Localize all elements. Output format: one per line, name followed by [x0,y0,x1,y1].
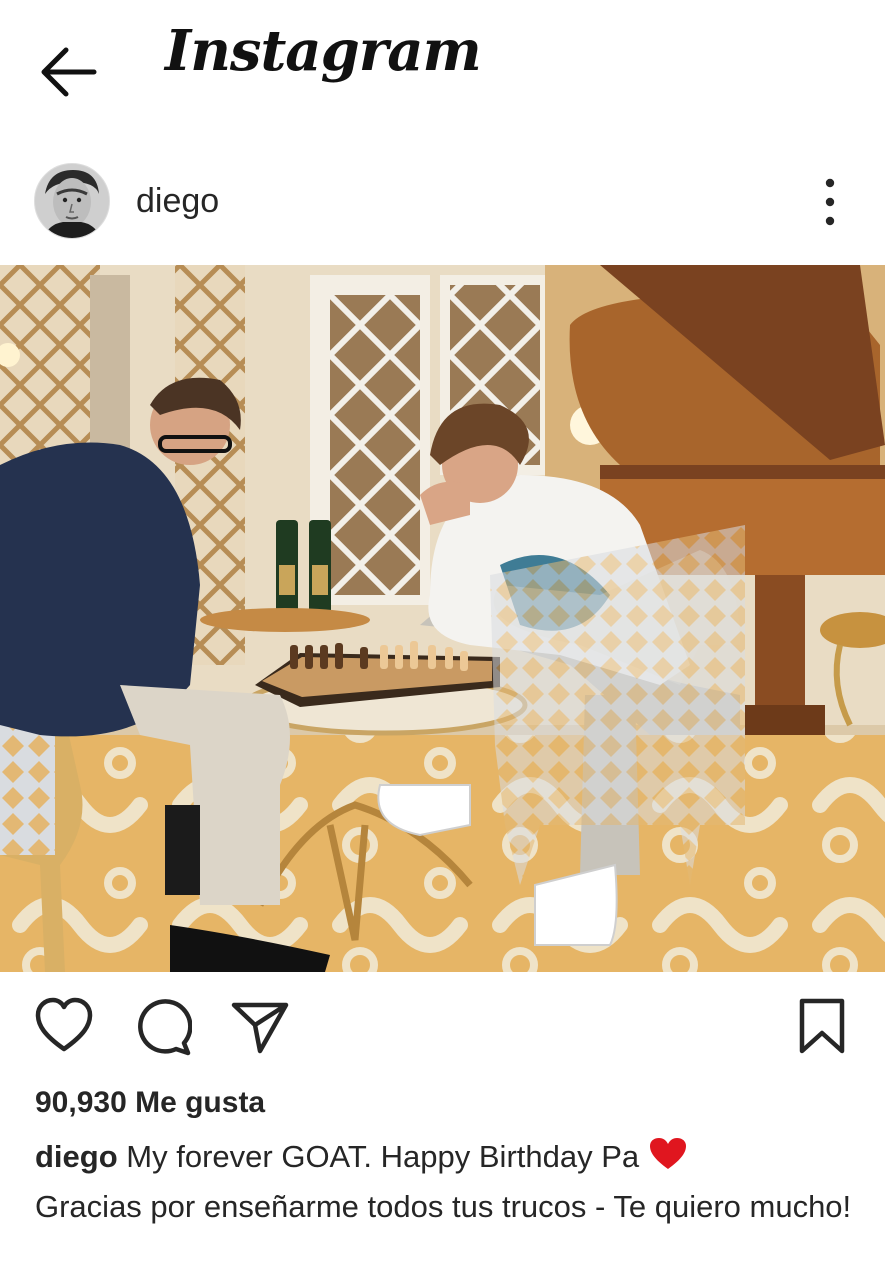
post-header: diego [0,160,885,246]
caption-text-rest: Gracias por enseñarme todos tus trucos -… [35,1189,852,1224]
avatar-image [35,164,109,238]
top-bar: Instagram [0,0,885,130]
avatar[interactable] [34,163,110,239]
post-photo[interactable] [0,265,885,972]
red-heart-emoji-icon [649,1137,687,1184]
like-button[interactable] [34,995,94,1059]
action-bar [0,995,885,1065]
bookmark-icon [799,998,845,1054]
caption-text-line1: My forever GOAT. Happy Birthday Pa [126,1139,640,1174]
more-options-button[interactable] [808,174,852,230]
save-button[interactable] [792,995,852,1059]
heart-icon [35,997,93,1052]
comment-icon [138,999,193,1056]
send-icon [231,1002,289,1054]
post-photo-illustration [0,265,885,972]
share-button[interactable] [230,995,290,1059]
comment-button[interactable] [132,995,193,1059]
post-username[interactable]: diego [136,182,219,221]
instagram-logo: Instagram [165,18,482,84]
caption-username[interactable]: diego [35,1139,118,1174]
post-caption: diego My forever GOAT. Happy Birthday Pa… [35,1134,855,1230]
back-button[interactable] [30,40,100,104]
arrow-left-icon [41,47,97,97]
more-vertical-icon [825,178,835,226]
likes-count[interactable]: 90,930 Me gusta [35,1086,265,1120]
